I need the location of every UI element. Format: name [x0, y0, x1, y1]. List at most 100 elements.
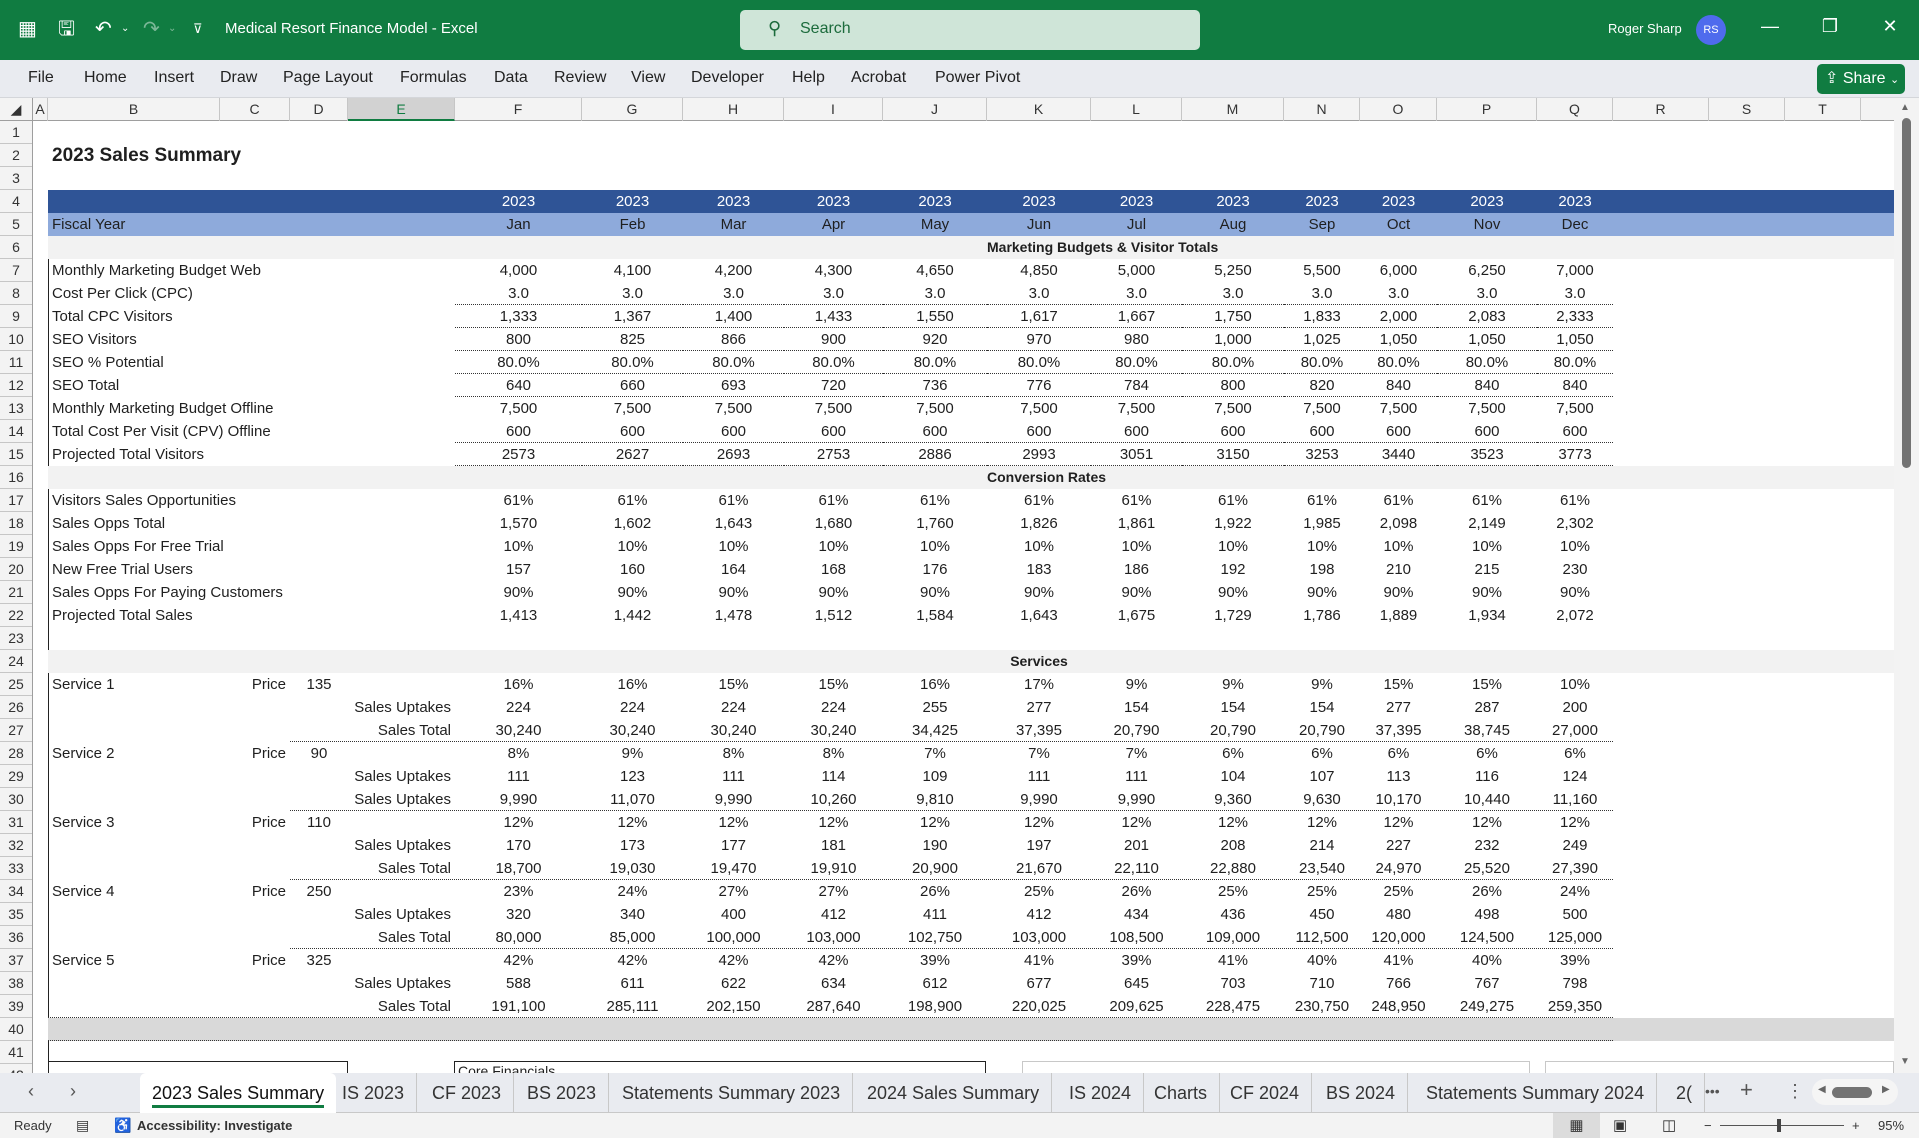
- scroll-left-icon[interactable]: ◀: [1818, 1084, 1826, 1095]
- share-cell[interactable]: 40%: [1284, 949, 1360, 972]
- total-cell[interactable]: 103,000: [987, 926, 1091, 949]
- total-cell[interactable]: 249,275: [1437, 995, 1537, 1018]
- total-cell[interactable]: 191,100: [455, 995, 582, 1018]
- value-cell[interactable]: 3773: [1537, 443, 1613, 466]
- value-cell[interactable]: 600: [987, 420, 1091, 443]
- row-label[interactable]: Monthly Marketing Budget Web: [48, 259, 455, 282]
- value-cell[interactable]: 1,934: [1437, 604, 1537, 627]
- uptakes-cell[interactable]: 611: [582, 972, 683, 995]
- value-cell[interactable]: 3.0: [784, 282, 883, 305]
- normal-view-icon[interactable]: ▦: [1553, 1113, 1600, 1138]
- column-header-p[interactable]: P: [1437, 98, 1537, 121]
- value-cell[interactable]: 3.0: [987, 282, 1091, 305]
- total-cell[interactable]: 209,625: [1091, 995, 1182, 1018]
- value-cell[interactable]: 840: [1360, 374, 1437, 397]
- value-cell[interactable]: 90%: [883, 581, 987, 604]
- value-cell[interactable]: 800: [1182, 374, 1284, 397]
- month-header[interactable]: Oct: [1360, 213, 1437, 236]
- row-header-41[interactable]: 41: [0, 1041, 32, 1064]
- value-cell[interactable]: 2693: [683, 443, 784, 466]
- uptakes-cell[interactable]: 710: [1284, 972, 1360, 995]
- column-header-k[interactable]: K: [987, 98, 1091, 121]
- value-cell[interactable]: 5,000: [1091, 259, 1182, 282]
- value-cell[interactable]: 980: [1091, 328, 1182, 351]
- value-cell[interactable]: 3253: [1284, 443, 1360, 466]
- value-cell[interactable]: 1,512: [784, 604, 883, 627]
- value-cell[interactable]: 5,500: [1284, 259, 1360, 282]
- value-cell[interactable]: 736: [883, 374, 987, 397]
- value-cell[interactable]: 600: [1537, 420, 1613, 443]
- value-cell[interactable]: 3.0: [1537, 282, 1613, 305]
- uptakes-cell[interactable]: 170: [455, 834, 582, 857]
- value-cell[interactable]: 7,500: [784, 397, 883, 420]
- share-cell[interactable]: 17%: [987, 673, 1091, 696]
- row-header-17[interactable]: 17: [0, 489, 32, 512]
- column-header-f[interactable]: F: [455, 98, 582, 121]
- total-cell[interactable]: 259,350: [1537, 995, 1613, 1018]
- share-cell[interactable]: 8%: [784, 742, 883, 765]
- uptakes-cell[interactable]: 255: [883, 696, 987, 719]
- total-cell[interactable]: 23,540: [1284, 857, 1360, 880]
- sheet-tab[interactable]: Statements Summary 2023: [610, 1073, 854, 1113]
- year-header[interactable]: 2023: [987, 190, 1091, 213]
- share-cell[interactable]: 12%: [784, 811, 883, 834]
- value-cell[interactable]: 776: [987, 374, 1091, 397]
- uptakes-cell[interactable]: 154: [1091, 696, 1182, 719]
- uptakes-cell[interactable]: 320: [455, 903, 582, 926]
- share-cell[interactable]: 12%: [1091, 811, 1182, 834]
- value-cell[interactable]: 7,500: [883, 397, 987, 420]
- sheet-tab[interactable]: IS 2024: [1057, 1073, 1145, 1113]
- value-cell[interactable]: 866: [683, 328, 784, 351]
- redo-icon[interactable]: ↷: [143, 17, 160, 41]
- sheet-tab[interactable]: 2(: [1664, 1073, 1706, 1113]
- value-cell[interactable]: 7,500: [455, 397, 582, 420]
- share-cell[interactable]: 12%: [1360, 811, 1437, 834]
- value-cell[interactable]: 61%: [1284, 489, 1360, 512]
- uptakes-cell[interactable]: 111: [987, 765, 1091, 788]
- value-cell[interactable]: 1,333: [455, 305, 582, 328]
- value-cell[interactable]: 600: [582, 420, 683, 443]
- add-sheet-icon[interactable]: +: [1740, 1077, 1753, 1103]
- value-cell[interactable]: 3.0: [1182, 282, 1284, 305]
- value-cell[interactable]: 90%: [1182, 581, 1284, 604]
- save-icon[interactable]: 🖫: [58, 17, 75, 41]
- row-header-11[interactable]: 11: [0, 351, 32, 374]
- tab-page-layout[interactable]: Page Layout: [283, 69, 373, 87]
- total-cell[interactable]: 19,470: [683, 857, 784, 880]
- uptakes-cell[interactable]: 181: [784, 834, 883, 857]
- value-cell[interactable]: 2627: [582, 443, 683, 466]
- value-cell[interactable]: 1,050: [1537, 328, 1613, 351]
- value-cell[interactable]: 5,250: [1182, 259, 1284, 282]
- value-cell[interactable]: 1,400: [683, 305, 784, 328]
- total-cell[interactable]: 20,790: [1284, 719, 1360, 742]
- total-cell[interactable]: 9,810: [883, 788, 987, 811]
- value-cell[interactable]: 10%: [683, 535, 784, 558]
- total-cell[interactable]: 198,900: [883, 995, 987, 1018]
- value-cell[interactable]: 215: [1437, 558, 1537, 581]
- value-cell[interactable]: 1,643: [683, 512, 784, 535]
- uptakes-cell[interactable]: 588: [455, 972, 582, 995]
- value-cell[interactable]: 720: [784, 374, 883, 397]
- value-cell[interactable]: 920: [883, 328, 987, 351]
- row-header-32[interactable]: 32: [0, 834, 32, 857]
- value-cell[interactable]: 80.0%: [683, 351, 784, 374]
- total-cell[interactable]: 37,395: [987, 719, 1091, 742]
- page-break-view-icon[interactable]: ◫: [1662, 1113, 1676, 1138]
- column-header-q[interactable]: Q: [1537, 98, 1613, 121]
- sheet-options-icon[interactable]: ⋮: [1786, 1081, 1804, 1102]
- value-cell[interactable]: 80.0%: [784, 351, 883, 374]
- total-cell[interactable]: 19,030: [582, 857, 683, 880]
- total-cell[interactable]: 30,240: [455, 719, 582, 742]
- total-cell[interactable]: 21,670: [987, 857, 1091, 880]
- row-header-35[interactable]: 35: [0, 903, 32, 926]
- uptakes-cell[interactable]: 249: [1537, 834, 1613, 857]
- month-header[interactable]: Dec: [1537, 213, 1613, 236]
- share-cell[interactable]: 12%: [1182, 811, 1284, 834]
- value-cell[interactable]: 157: [455, 558, 582, 581]
- uptakes-cell[interactable]: 634: [784, 972, 883, 995]
- value-cell[interactable]: 10%: [1537, 535, 1613, 558]
- uptakes-cell[interactable]: 450: [1284, 903, 1360, 926]
- column-header-m[interactable]: M: [1182, 98, 1284, 121]
- value-cell[interactable]: 820: [1284, 374, 1360, 397]
- column-header-e[interactable]: E: [348, 98, 455, 121]
